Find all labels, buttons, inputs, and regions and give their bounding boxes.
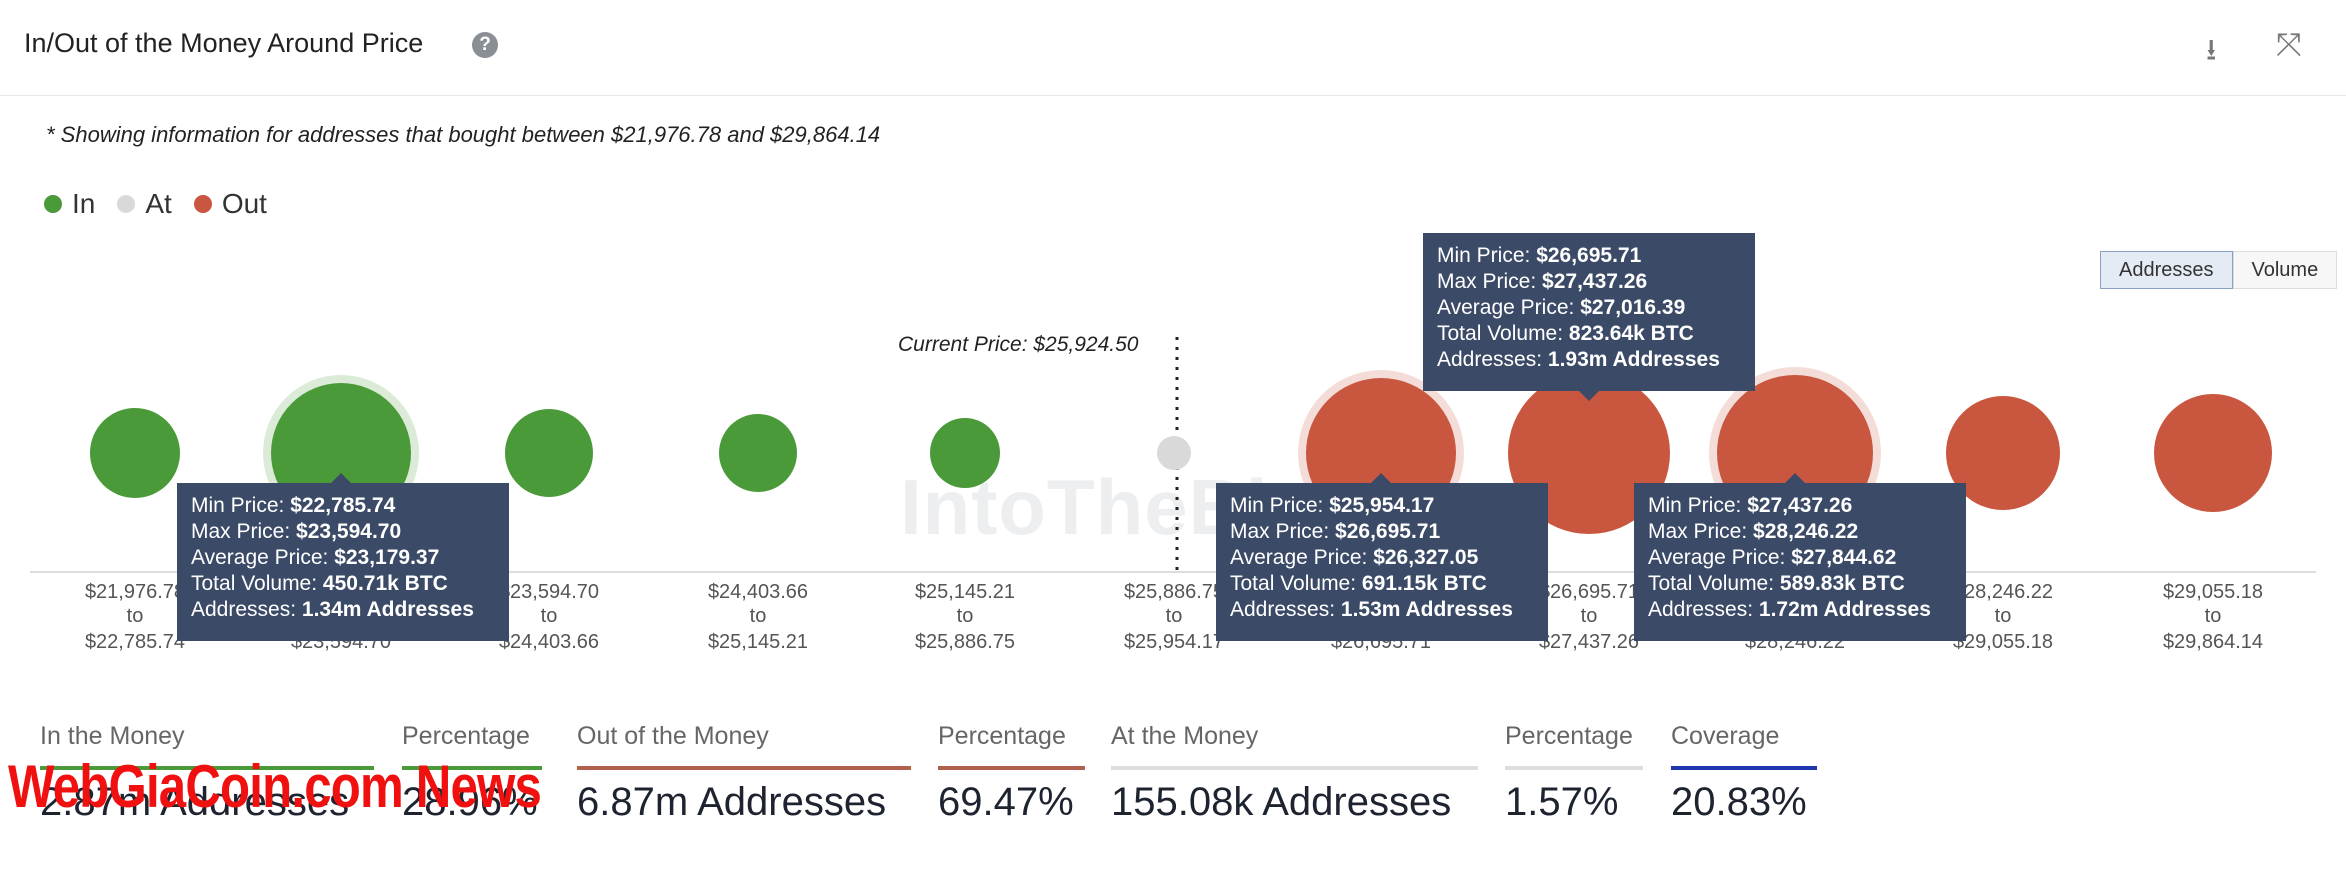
bubble-in[interactable]: [719, 414, 797, 492]
tooltip-max: Max Price: $26,695.71: [1230, 520, 1441, 543]
tooltip-addresses: Addresses: 1.34m Addresses: [191, 598, 474, 621]
tooltip-addresses: Addresses: 1.72m Addresses: [1648, 598, 1931, 621]
tooltip-addresses: Addresses: 1.93m Addresses: [1437, 348, 1720, 371]
bucket-range-label: $29,864.14: [2163, 631, 2263, 653]
tooltip-arrow: [1579, 391, 1599, 401]
tooltip-arrow: [331, 473, 351, 483]
tooltip-min: Min Price: $25,954.17: [1230, 494, 1435, 517]
summary-coverage: Coverage 20.83%: [1671, 722, 1817, 825]
bucket-range-label: to: [541, 605, 558, 627]
summary-percentage: Percentage 69.47%: [938, 722, 1085, 825]
tooltip-min: Min Price: $27,437.26: [1648, 494, 1853, 517]
summary-value: 155.08k Addresses: [1111, 780, 1452, 824]
bucket-range-label: $21,976.78: [85, 581, 185, 603]
tooltip-min: Min Price: $26,695.71: [1437, 244, 1642, 267]
tooltip-avg: Average Price: $26,327.05: [1230, 546, 1479, 569]
bucket-range-label: $24,403.66: [499, 631, 599, 653]
summary-percentage: Percentage 1.57%: [1505, 722, 1643, 825]
tooltip-addresses: Addresses: 1.53m Addresses: [1230, 598, 1513, 621]
summary-value: 20.83%: [1671, 780, 1807, 824]
summary-value: 69.47%: [938, 780, 1074, 824]
tooltip-avg: Average Price: $27,016.39: [1437, 296, 1686, 319]
current-price-label: Current Price: $25,924.50: [898, 333, 1139, 356]
bucket-range-label: to: [2205, 605, 2222, 627]
bucket-range-label: $29,055.18: [1953, 631, 2053, 653]
bucket-range-label: $28,246.22: [1953, 581, 2053, 603]
bucket-range-label: to: [1995, 605, 2012, 627]
bucket-range-label: $22,785.74: [85, 631, 185, 653]
summary-underline: [1505, 766, 1643, 770]
summary-label: Percentage: [1505, 722, 1633, 750]
tooltip-arrow: [1371, 473, 1391, 483]
bucket-range-label: to: [1581, 605, 1598, 627]
bucket-range-label: to: [1166, 605, 1183, 627]
bucket-range-label: $25,886.75: [1124, 581, 1224, 603]
bucket-range-label: to: [127, 605, 144, 627]
tooltip-volume: Total Volume: 823.64k BTC: [1437, 322, 1694, 345]
tooltip-volume: Total Volume: 691.15k BTC: [1230, 572, 1487, 595]
tooltip-volume: Total Volume: 589.83k BTC: [1648, 572, 1905, 595]
summary-label: At the Money: [1111, 722, 1259, 750]
tooltip-avg: Average Price: $27,844.62: [1648, 546, 1897, 569]
bucket-tooltip: Min Price: $22,785.74 Max Price: $23,594.…: [177, 473, 509, 641]
bubble-in[interactable]: [90, 408, 180, 498]
tooltip-volume: Total Volume: 450.71k BTC: [191, 572, 448, 595]
summary-out-of-the-money: Out of the Money 6.87m Addresses: [577, 722, 911, 825]
summary-value: 6.87m Addresses: [577, 780, 887, 824]
bucket-range-label: $24,403.66: [708, 581, 808, 603]
bucket-range-label: $25,954.17: [1124, 631, 1224, 653]
summary-underline: [1111, 766, 1478, 770]
bucket-range-label: $29,055.18: [2163, 581, 2263, 603]
bubble-in[interactable]: [930, 418, 1000, 488]
tooltip-max: Max Price: $27,437.26: [1437, 270, 1648, 293]
bubble-out[interactable]: [2154, 394, 2272, 512]
summary-at-the-money: At the Money 155.08k Addresses: [1111, 722, 1478, 825]
bucket-range-label: $25,145.21: [915, 581, 1015, 603]
bucket-range-label: $26,695.71: [1539, 581, 1639, 603]
summary-underline: [938, 766, 1085, 770]
bubble-in[interactable]: [505, 409, 593, 497]
bubble-at[interactable]: [1157, 436, 1191, 470]
summary-label: Percentage: [938, 722, 1066, 750]
summary-underline: [1671, 766, 1817, 770]
summary-label: Percentage: [402, 722, 530, 750]
tooltip-avg: Average Price: $23,179.37: [191, 546, 440, 569]
bucket-tooltip: Min Price: $26,695.71 Max Price: $27,437.…: [1423, 233, 1755, 401]
summary-label: Out of the Money: [577, 722, 769, 750]
summary-label: Coverage: [1671, 722, 1780, 750]
summary-underline: [577, 766, 911, 770]
bucket-tooltip: Min Price: $27,437.26 Max Price: $28,246.…: [1634, 473, 1966, 641]
bucket-range-label: $27,437.26: [1539, 631, 1639, 653]
tooltip-max: Max Price: $23,594.70: [191, 520, 402, 543]
watermark: WebGiaCoin.com News: [8, 753, 542, 820]
summary-value: 1.57%: [1505, 780, 1619, 824]
bucket-range-label: to: [750, 605, 767, 627]
bucket-tooltip: Min Price: $25,954.17 Max Price: $26,695.…: [1216, 473, 1548, 641]
tooltip-min: Min Price: $22,785.74: [191, 494, 396, 517]
summary-label: In the Money: [40, 722, 185, 750]
bucket-range-label: $25,886.75: [915, 631, 1015, 653]
bucket-range-label: $25,145.21: [708, 631, 808, 653]
bucket-range-label: $23,594.70: [499, 581, 599, 603]
tooltip-arrow: [1785, 473, 1805, 483]
bucket-range-label: to: [957, 605, 974, 627]
tooltip-max: Max Price: $28,246.22: [1648, 520, 1859, 543]
